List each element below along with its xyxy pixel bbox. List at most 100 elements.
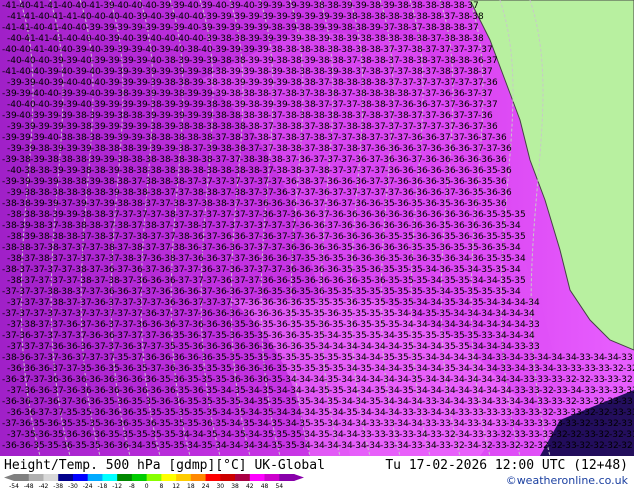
contour-label: -38 <box>371 56 386 66</box>
contour-label: -38 <box>100 177 115 187</box>
contour-label: -37 <box>483 56 498 66</box>
contour-label: -34 <box>422 265 437 275</box>
contour-label: -40 <box>189 34 204 44</box>
contour-label: -38 <box>161 56 176 66</box>
contour-label: -38 <box>147 166 162 176</box>
contour-label: -35 <box>408 375 423 385</box>
contour-label: -36 <box>35 430 50 440</box>
contour-label: -35 <box>427 254 442 264</box>
contour-label: -38 <box>58 133 73 143</box>
contour-label: -36 <box>156 331 171 341</box>
contour-label: -36 <box>212 243 227 253</box>
contour-label: -39 <box>142 89 157 99</box>
weather-map[interactable]: -41 -40 -41 -41 -40 -40 -41 -39 -40 -40 -40 -39 -39-… <box>0 0 634 456</box>
contour-label: -33 <box>436 419 451 429</box>
contour-label: -35 <box>268 397 283 407</box>
contour-label: -36 <box>357 232 372 242</box>
copyright-text[interactable]: ©weatheronline.co.uk <box>506 474 628 487</box>
contour-label: -37 <box>464 45 479 55</box>
contour-label: -36 <box>254 199 269 209</box>
contour-label: -39 <box>2 133 17 143</box>
contour-label: -40 <box>86 89 101 99</box>
contour-label: -38 <box>450 23 465 33</box>
contour-label: -37 <box>436 133 451 143</box>
contour-label: -38 <box>147 122 162 132</box>
contour-label: -36 <box>100 265 115 275</box>
contour-label: -34 <box>506 397 521 407</box>
contour-label: -38 <box>287 144 302 154</box>
contour-label: -35 <box>198 375 213 385</box>
valid-time: Tu 17-02-2026 12:00 UTC (12+48) <box>385 458 628 473</box>
contour-label: -34 <box>408 397 423 407</box>
contour-label: -38 <box>338 45 353 55</box>
contour-label: -35 <box>469 188 484 198</box>
contour-label: -33 <box>408 441 423 451</box>
contour-label: -34 <box>441 386 456 396</box>
contour-label: -33 <box>525 408 540 418</box>
contour-label: -35 <box>128 397 143 407</box>
contour-label: -35 <box>497 276 512 286</box>
contour-label: -36 <box>343 254 358 264</box>
contour-label: -38 <box>231 144 246 154</box>
contour-label: -38 <box>441 56 456 66</box>
contour-label: -38 <box>72 265 87 275</box>
contour-label: -37 <box>478 45 493 55</box>
contour-label: -33 <box>366 419 381 429</box>
contour-label: -39 <box>128 133 143 143</box>
contour-label: -35 <box>184 375 199 385</box>
colorbar-right-arrow <box>294 474 304 481</box>
contour-label: -38 <box>469 12 484 22</box>
contour-label: -40 <box>58 67 73 77</box>
contour-label: -32 <box>441 430 456 440</box>
contour-label: -35 <box>338 331 353 341</box>
contour-label: -35 <box>254 331 269 341</box>
contour-label: -37 <box>268 221 283 231</box>
contour-label: -35 <box>469 298 484 308</box>
contour-label: -39 <box>86 155 101 165</box>
contour-label: -37 <box>77 320 92 330</box>
contour-label: -35 <box>296 419 311 429</box>
contour-label: -34 <box>343 386 358 396</box>
contour-label: -35 <box>254 397 269 407</box>
contour-label: -37 <box>184 199 199 209</box>
contour-label: -34 <box>413 298 428 308</box>
contour-label: -33 <box>618 353 633 363</box>
contour-label: -37 <box>380 133 395 143</box>
contour-label: -39 <box>86 177 101 187</box>
contour-label: -38 <box>427 12 442 22</box>
contour-label: -34 <box>441 320 456 330</box>
contour-label: -40 <box>212 1 227 11</box>
contour-label: -35 <box>189 364 204 374</box>
contour-label: -39 <box>30 199 45 209</box>
contour-label: -36 <box>91 408 106 418</box>
contour-label: -38 <box>301 100 316 110</box>
contour-label: -35 <box>329 364 344 374</box>
contour-label: -37 <box>296 89 311 99</box>
contour-label: -38 <box>212 199 227 209</box>
contour-label: -37 <box>427 122 442 132</box>
contour-label: -34 <box>567 386 582 396</box>
contour-label: -39 <box>147 78 162 88</box>
colorbar-swatch <box>205 474 221 481</box>
contour-label: -33 <box>511 430 526 440</box>
contour-label: -37 <box>240 133 255 143</box>
contour-label: -39 <box>273 100 288 110</box>
contour-label: -33 <box>623 408 634 418</box>
contour-label: -37 <box>259 166 274 176</box>
contour-label: -37 <box>385 78 400 88</box>
contour-label: -38 <box>408 1 423 11</box>
contour-label: -35 <box>105 364 120 374</box>
contour-label: -33 <box>553 364 568 374</box>
contour-label: -34 <box>366 353 381 363</box>
contour-label: -39 <box>100 89 115 99</box>
contour-label: -37 <box>240 265 255 275</box>
contour-label: -39 <box>100 45 115 55</box>
contour-label: -34 <box>212 441 227 451</box>
contour-label: -35 <box>114 353 129 363</box>
contour-label: -34 <box>352 441 367 451</box>
contour-label: -32 <box>590 397 605 407</box>
contour-label: -34 <box>408 309 423 319</box>
contour-label: -36 <box>268 309 283 319</box>
contour-label: -38 <box>422 1 437 11</box>
contour-label: -38 <box>128 155 143 165</box>
